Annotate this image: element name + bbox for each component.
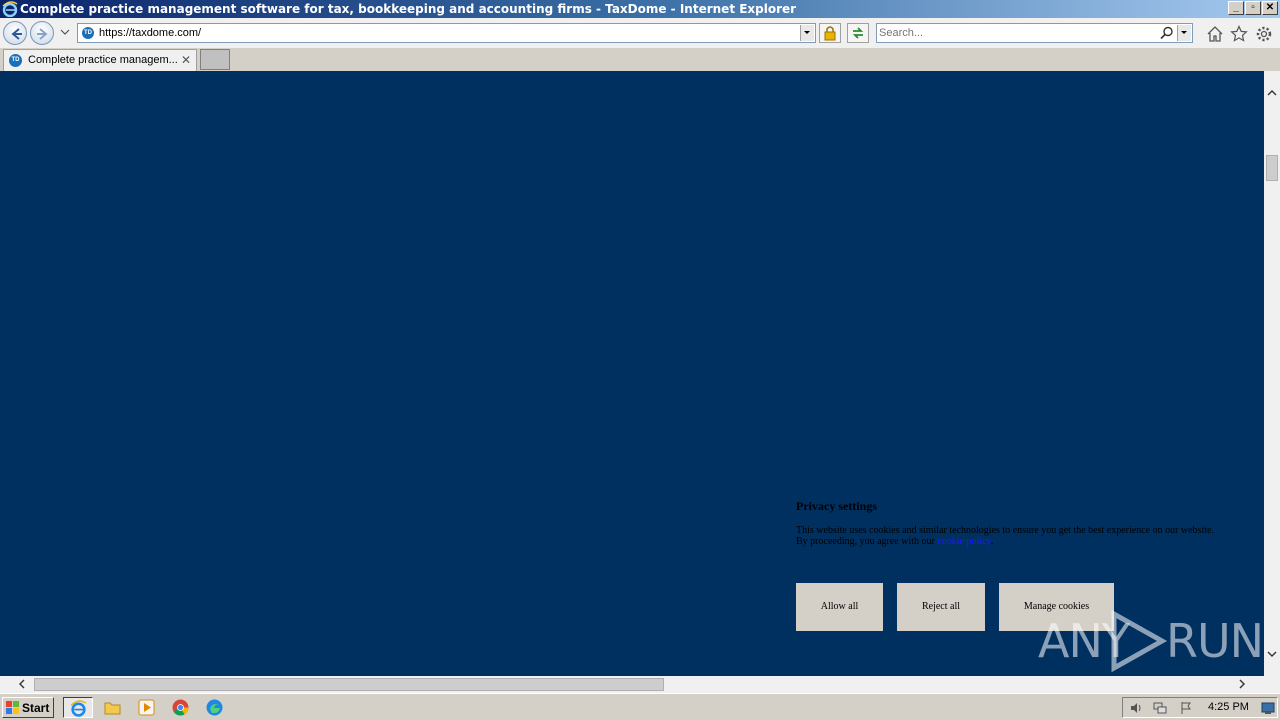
scroll-down-icon[interactable]	[1266, 648, 1278, 660]
start-button[interactable]: Start	[2, 697, 54, 718]
chevron-down-icon	[804, 31, 810, 34]
search-input[interactable]	[879, 25, 1149, 41]
search-box[interactable]	[876, 23, 1193, 43]
settings-gear-icon[interactable]	[1255, 25, 1273, 43]
play-logo-icon	[1111, 610, 1168, 672]
internet-explorer-icon	[2, 1, 18, 17]
start-label: Start	[22, 701, 50, 715]
vertical-scroll-thumb[interactable]	[1266, 155, 1278, 181]
reject-all-button[interactable]: Reject all	[897, 583, 985, 631]
refresh-icon	[852, 27, 864, 39]
chevron-down-icon	[1181, 31, 1187, 34]
lock-icon	[824, 26, 836, 41]
internet-explorer-icon	[70, 700, 87, 717]
volume-icon[interactable]	[1129, 701, 1143, 715]
privacy-text: This website uses cookies and similar te…	[796, 525, 1226, 547]
allow-all-button[interactable]: Allow all	[796, 583, 883, 631]
address-url[interactable]: https://taxdome.com/	[99, 27, 201, 39]
refresh-button[interactable]	[847, 23, 869, 43]
web-page-content: Privacy settings This website uses cooki…	[0, 71, 1264, 676]
windows-logo-icon	[6, 701, 19, 714]
tab-strip: TD Complete practice managem... ✕	[0, 48, 1280, 71]
privacy-text-after: .	[990, 536, 994, 547]
clock: 4:25 PM	[1208, 701, 1249, 713]
window-title-bar: Complete practice management software fo…	[0, 0, 1280, 18]
vertical-scrollbar[interactable]	[1264, 71, 1280, 676]
search-icon[interactable]	[1160, 26, 1174, 40]
site-favicon-icon: TD	[82, 27, 94, 39]
edge-icon	[206, 699, 223, 716]
show-desktop-icon[interactable]	[1261, 701, 1275, 715]
taskbar: Start 4:25 PM	[0, 693, 1280, 720]
address-bar[interactable]: TD https://taxdome.com/	[77, 23, 816, 43]
new-tab-button[interactable]	[200, 49, 230, 70]
screen: Complete practice management software fo…	[0, 0, 1280, 720]
cookie-policy-link[interactable]: cookie policy	[937, 536, 991, 547]
search-dropdown-button[interactable]	[1177, 25, 1191, 41]
back-arrow-icon	[11, 28, 22, 40]
action-center-flag-icon[interactable]	[1179, 701, 1193, 715]
privacy-title: Privacy settings	[796, 499, 877, 513]
close-tab-icon[interactable]: ✕	[181, 53, 191, 67]
media-player-icon	[138, 699, 155, 716]
security-lock-button[interactable]	[819, 23, 841, 43]
taskbar-file-explorer[interactable]	[98, 697, 128, 718]
scroll-up-icon[interactable]	[1266, 87, 1278, 99]
forward-arrow-icon	[37, 28, 48, 40]
horizontal-scrollbar[interactable]	[0, 676, 1264, 693]
anyrun-watermark: ANY RUN	[1038, 608, 1264, 674]
minimize-button[interactable]: _	[1228, 1, 1244, 15]
watermark-run: RUN	[1166, 614, 1264, 668]
address-dropdown-button[interactable]	[800, 25, 814, 41]
history-dropdown-icon[interactable]	[60, 27, 70, 37]
horizontal-scroll-thumb[interactable]	[34, 678, 664, 691]
folder-icon	[104, 702, 121, 715]
scroll-right-icon[interactable]	[1236, 678, 1248, 690]
privacy-text-before: This website uses cookies and similar te…	[796, 525, 1214, 547]
close-window-button[interactable]: ✕	[1262, 1, 1278, 15]
forward-button[interactable]	[30, 21, 54, 45]
window-title: Complete practice management software fo…	[20, 2, 797, 16]
home-icon[interactable]	[1206, 25, 1224, 43]
back-button[interactable]	[3, 21, 27, 45]
privacy-settings-panel: Privacy settings This website uses cooki…	[796, 499, 1226, 631]
taskbar-media-player[interactable]	[132, 697, 162, 718]
restore-button[interactable]: ▫	[1245, 1, 1261, 15]
taskbar-internet-explorer[interactable]	[63, 697, 93, 718]
network-icon[interactable]	[1153, 701, 1167, 715]
favorites-star-icon[interactable]	[1230, 25, 1248, 43]
tab-taxdome[interactable]: TD Complete practice managem... ✕	[3, 49, 197, 71]
chrome-icon	[172, 699, 189, 716]
taskbar-edge[interactable]	[200, 697, 230, 718]
scroll-left-icon[interactable]	[16, 678, 28, 690]
tab-favicon-icon: TD	[9, 54, 22, 67]
scrollbar-corner	[1264, 676, 1280, 693]
system-tray	[1122, 697, 1278, 718]
taskbar-chrome[interactable]	[166, 697, 196, 718]
tab-label: Complete practice managem...	[28, 54, 178, 66]
